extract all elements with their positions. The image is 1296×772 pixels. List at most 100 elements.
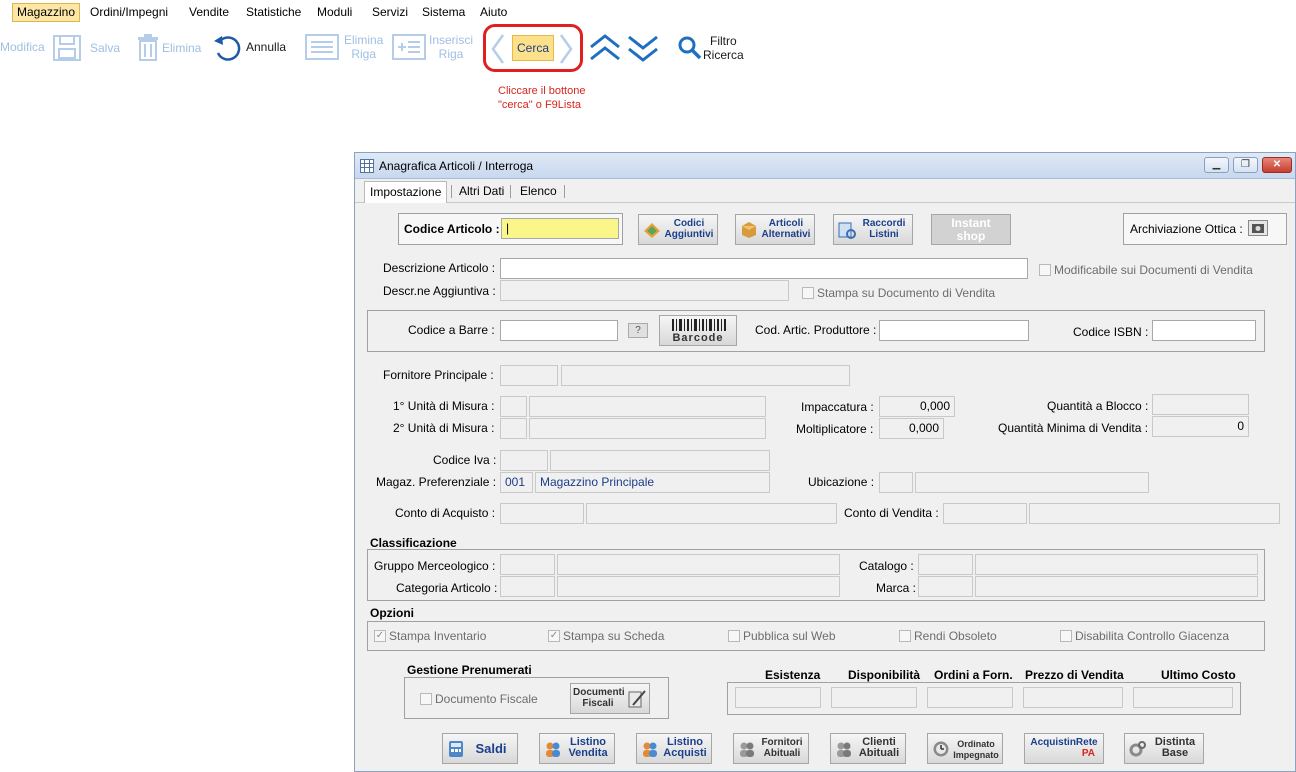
menu-statistiche[interactable]: Statistiche (242, 3, 305, 22)
chevron-up-icon[interactable] (588, 33, 622, 63)
ubicazione-label: Ubicazione : (808, 475, 875, 489)
menu-sistema[interactable]: Sistema (418, 3, 469, 22)
disabilita-giacenza-label: Disabilita Controllo Giacenza (1075, 629, 1230, 643)
salva-button[interactable]: Salva (90, 41, 120, 55)
stampa-documento-checkbox[interactable] (802, 287, 814, 299)
magaz-name-input[interactable]: Magazzino Principale (535, 472, 770, 493)
menu-vendite[interactable]: Vendite (185, 3, 233, 22)
barcode-button[interactable]: Barcode (659, 315, 737, 346)
hint-line-2: "cerca" o F9Lista (498, 99, 582, 111)
chevron-down-icon[interactable] (626, 33, 660, 63)
articoli-alternativi-button[interactable]: Articoli Alternativi (735, 214, 815, 245)
listino-acquisti-button[interactable]: Listino Acquisti (636, 733, 712, 764)
cerca-button[interactable]: Cerca (512, 35, 554, 61)
instant-shop-button[interactable]: Instant shop (931, 214, 1011, 245)
fornitore-name-input[interactable] (561, 365, 850, 386)
catalogo-code-input[interactable] (918, 554, 973, 575)
um2-code-input[interactable] (500, 418, 527, 439)
descr-aggiuntiva-input[interactable] (500, 280, 789, 301)
impaccatura-input[interactable]: 0,000 (879, 396, 955, 417)
documento-fiscale-checkbox[interactable] (420, 693, 432, 705)
documenti-fiscali-button[interactable]: Documenti Fiscali (570, 683, 650, 714)
disabilita-giacenza-checkbox[interactable] (1060, 630, 1072, 642)
filtro-ricerca-button[interactable]: Filtro Ricerca (703, 34, 744, 62)
window-title: Anagrafica Articoli / Interroga (379, 159, 534, 173)
rendi-obsoleto-checkbox[interactable] (899, 630, 911, 642)
codice-isbn-input[interactable] (1152, 320, 1256, 341)
fornitore-code-input[interactable] (500, 365, 558, 386)
modificabile-checkbox[interactable] (1039, 264, 1051, 276)
tab-separator (564, 185, 565, 198)
marca-code-input[interactable] (918, 576, 973, 597)
gruppo-code-input[interactable] (500, 554, 555, 575)
elimina-riga-button[interactable]: Elimina Riga (344, 33, 383, 61)
um1-code-input[interactable] (500, 396, 527, 417)
qta-minima-label: Quantità Minima di Vendita : (998, 421, 1149, 435)
chevron-right-icon[interactable] (558, 33, 574, 65)
descrizione-articolo-input[interactable] (500, 258, 1028, 279)
elimina-button[interactable]: Elimina (162, 41, 201, 55)
codice-barre-input[interactable] (500, 320, 618, 341)
chevron-left-icon[interactable] (490, 33, 506, 65)
conto-acquisto-desc-input[interactable] (586, 503, 837, 524)
um2-label: 2° Unità di Misura : (393, 421, 495, 435)
tab-impostazione[interactable]: Impostazione (364, 181, 448, 203)
gruppo-desc-input[interactable] (557, 554, 840, 575)
annulla-button[interactable]: Annulla (246, 40, 286, 54)
moltiplicatore-input[interactable]: 0,000 (879, 418, 944, 439)
ordinato-impegnato-button[interactable]: Ordinato Impegnato (927, 733, 1003, 764)
modifica-button[interactable]: Modifica (0, 40, 45, 54)
categoria-articolo-label: Categoria Articolo : (396, 581, 498, 595)
menu-magazzino[interactable]: Magazzino (12, 3, 81, 22)
menu-servizi[interactable]: Servizi (368, 3, 412, 22)
qta-minima-input[interactable]: 0 (1152, 416, 1249, 437)
magaz-code-input[interactable]: 001 (500, 472, 533, 493)
raccordi-listini-button[interactable]: Raccordi Listini (833, 214, 913, 245)
gruppo-merceologico-label: Gruppo Merceologico : (374, 559, 496, 573)
codice-articolo-input[interactable]: | (501, 218, 619, 239)
classificazione-heading: Classificazione (370, 536, 457, 550)
btn-line: Acquisti (663, 747, 707, 759)
conto-vendita-code-input[interactable] (943, 503, 1027, 524)
ubicazione-desc-input[interactable] (915, 472, 1149, 493)
restore-button[interactable]: ❐ (1233, 157, 1258, 173)
inserisci-riga-button[interactable]: Inserisci Riga (429, 33, 473, 61)
instruction-hint: Cliccare il bottone "cerca" o F9Lista (498, 84, 585, 112)
link-list-icon (838, 222, 856, 239)
ubicazione-code-input[interactable] (879, 472, 913, 493)
acquisti-in-rete-button[interactable]: AcquistinRete PA (1024, 733, 1104, 764)
pubblica-web-checkbox[interactable] (728, 630, 740, 642)
menu-moduli[interactable]: Moduli (313, 3, 356, 22)
saldi-button[interactable]: Saldi (442, 733, 518, 764)
tab-elenco[interactable]: Elenco (515, 181, 562, 203)
distinta-base-button[interactable]: Distinta Base (1124, 733, 1204, 764)
clienti-abituali-button[interactable]: Clienti Abituali (830, 733, 906, 764)
categoria-code-input[interactable] (500, 576, 555, 597)
menu-aiuto[interactable]: Aiuto (476, 3, 511, 22)
help-button[interactable]: ? (628, 323, 648, 338)
marca-label: Marca : (876, 581, 917, 595)
minimize-button[interactable]: ▁ (1204, 157, 1229, 173)
codice-iva-code-input[interactable] (500, 450, 548, 471)
um1-desc-input[interactable] (529, 396, 766, 417)
listino-vendita-button[interactable]: Listino Vendita (539, 733, 615, 764)
save-icon (53, 35, 81, 61)
catalogo-desc-input[interactable] (975, 554, 1258, 575)
fornitori-abituali-button[interactable]: Fornitori Abituali (733, 733, 809, 764)
qta-blocco-input[interactable] (1152, 394, 1249, 415)
menu-ordini-impegni[interactable]: Ordini/Impegni (86, 3, 172, 22)
marca-desc-input[interactable] (975, 576, 1258, 597)
close-button[interactable]: ✕ (1262, 157, 1292, 173)
um2-desc-input[interactable] (529, 418, 766, 439)
conto-acquisto-code-input[interactable] (500, 503, 584, 524)
codici-aggiuntivi-button[interactable]: Codici Aggiuntivi (638, 214, 718, 245)
conto-vendita-desc-input[interactable] (1029, 503, 1280, 524)
cod-produttore-input[interactable] (879, 320, 1029, 341)
categoria-desc-input[interactable] (557, 576, 840, 597)
codice-iva-desc-input[interactable] (550, 450, 770, 471)
tab-altri-dati[interactable]: Altri Dati (454, 181, 509, 203)
stampa-inventario-checkbox[interactable]: ✓ (374, 630, 386, 642)
btn-line: AcquistinRete (1030, 737, 1098, 748)
stampa-scheda-checkbox[interactable]: ✓ (548, 630, 560, 642)
camera-icon[interactable] (1248, 220, 1268, 236)
